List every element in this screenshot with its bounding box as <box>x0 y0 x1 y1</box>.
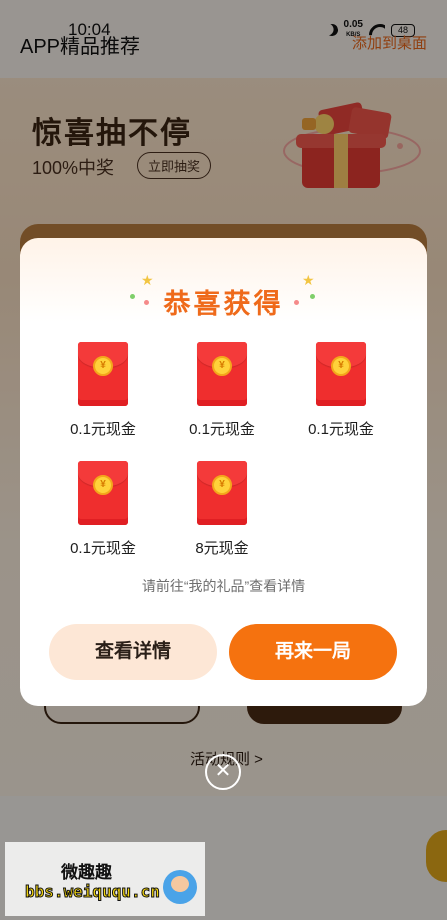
red-envelope-icon: ¥ <box>197 461 247 525</box>
dialog-title: 恭喜获得 <box>163 289 284 319</box>
coin-icon: ¥ <box>93 475 113 495</box>
red-envelope-icon: ¥ <box>78 461 128 525</box>
prize-item: ¥ 8元现金 <box>172 461 272 558</box>
mascot-icon <box>163 870 197 904</box>
gift-hint-text: 请前往“我的礼品”查看详情 <box>141 578 306 594</box>
prize-item: ¥ 0.1元现金 <box>291 342 391 439</box>
coin-icon: ¥ <box>331 356 351 376</box>
red-envelope-icon: ¥ <box>316 342 366 406</box>
watermark-title: 微趣趣 <box>61 863 112 882</box>
prize-item: ¥ 0.1元现金 <box>53 342 153 439</box>
play-again-button[interactable]: 再来一局 <box>229 624 397 680</box>
red-envelope-icon: ¥ <box>78 342 128 406</box>
prize-dialog: ★ ★ 恭喜获得 ¥ 0.1元现金 ¥ 0.1元现金 ¥ 0.1元现金 ¥ 0.… <box>20 238 427 706</box>
close-icon[interactable]: ✕ <box>205 754 241 790</box>
prize-item: ¥ 0.1元现金 <box>53 461 153 558</box>
coin-icon: ¥ <box>93 356 113 376</box>
watermark-url: bbs.weiququ.cn <box>25 882 161 902</box>
coin-icon: ¥ <box>212 475 232 495</box>
view-details-button[interactable]: 查看详情 <box>49 624 217 680</box>
coin-icon: ¥ <box>212 356 232 376</box>
watermark: 微趣趣 bbs.weiququ.cn <box>5 842 205 916</box>
prize-label: 0.1元现金 <box>189 421 255 438</box>
prize-label: 0.1元现金 <box>70 421 136 438</box>
red-envelope-icon: ¥ <box>197 342 247 406</box>
prize-label: 0.1元现金 <box>308 421 374 438</box>
prize-label: 8元现金 <box>195 540 249 557</box>
prize-label: 0.1元现金 <box>70 540 136 557</box>
prize-item: ¥ 0.1元现金 <box>172 342 272 439</box>
